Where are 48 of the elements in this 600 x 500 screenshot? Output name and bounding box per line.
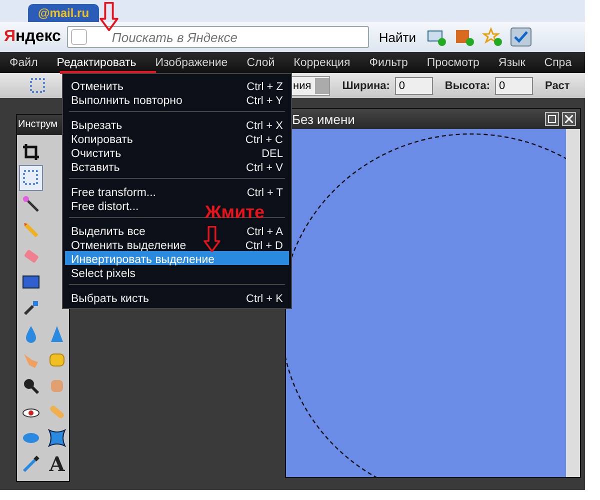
menu-item[interactable]: Спра (534, 52, 582, 73)
zoom-tool-icon (21, 376, 41, 396)
menu-item[interactable]: Фильтр (360, 52, 418, 73)
marquee-icon[interactable] (28, 76, 48, 96)
menu-item[interactable]: Файл (0, 52, 48, 73)
menu-item[interactable]: Коррекция (284, 52, 360, 73)
menu-option[interactable]: Отменить выделение Ctrl + D (65, 237, 289, 251)
menu-item[interactable]: Изображение (146, 52, 238, 73)
callout-text: Жмите (205, 203, 264, 221)
spellcheck-icon[interactable] (510, 27, 532, 47)
star-icon[interactable] (482, 27, 504, 47)
maximize-button[interactable] (545, 112, 559, 126)
replace-tool-icon (21, 298, 41, 318)
menu-option[interactable]: Инвертировать выделение (65, 251, 289, 265)
menu-option[interactable]: Очистить DEL (65, 145, 289, 159)
height-label: Высота: (444, 80, 490, 92)
menu-option[interactable]: Выделить все Ctrl + A (65, 223, 289, 237)
resize-label: Раст (545, 80, 570, 92)
width-field[interactable]: 0 (394, 76, 433, 94)
scrollbar[interactable] (566, 129, 580, 477)
menu-item[interactable]: Слой (237, 52, 284, 73)
folder-icon[interactable] (454, 27, 476, 47)
constraint-dropdown[interactable]: ния (290, 76, 330, 96)
search-field[interactable]: Поискать в Яндексе (66, 26, 369, 48)
menu-option[interactable]: Вставить Ctrl + V (65, 159, 289, 173)
menu-option[interactable]: Free transform... Ctrl + T (65, 184, 289, 198)
menu-item[interactable]: Язык (488, 52, 535, 73)
menu-option[interactable]: Отменить Ctrl + Z (65, 78, 289, 92)
menu-option[interactable]: Выбрать кисть Ctrl + K (65, 290, 289, 304)
window-title: Без имени (292, 112, 356, 126)
yandex-icon (70, 29, 87, 45)
browser-tab[interactable]: @mail.ru (28, 4, 100, 22)
yandex-logo[interactable]: Яндекс (4, 28, 61, 46)
menu-option[interactable]: Выполнить повторно Ctrl + Y (65, 92, 289, 106)
search-button[interactable]: Найти (374, 30, 420, 44)
height-field[interactable]: 0 (495, 76, 533, 94)
eyedropper-tool-icon (21, 454, 41, 474)
crop-tool-icon (21, 142, 41, 162)
width-label: Ширина: (342, 80, 390, 92)
pencil-tool-icon (21, 220, 41, 240)
menu-option[interactable]: Select pixels (65, 265, 289, 279)
marquee-tool-icon (21, 168, 41, 188)
pinch-tool-icon (47, 428, 67, 448)
menu-item[interactable]: Редактировать (47, 52, 146, 73)
wand-tool-icon (21, 194, 41, 214)
menu-item[interactable]: Просмотр (417, 52, 489, 73)
close-button[interactable] (562, 112, 576, 126)
text-tool-icon: A (49, 452, 65, 476)
